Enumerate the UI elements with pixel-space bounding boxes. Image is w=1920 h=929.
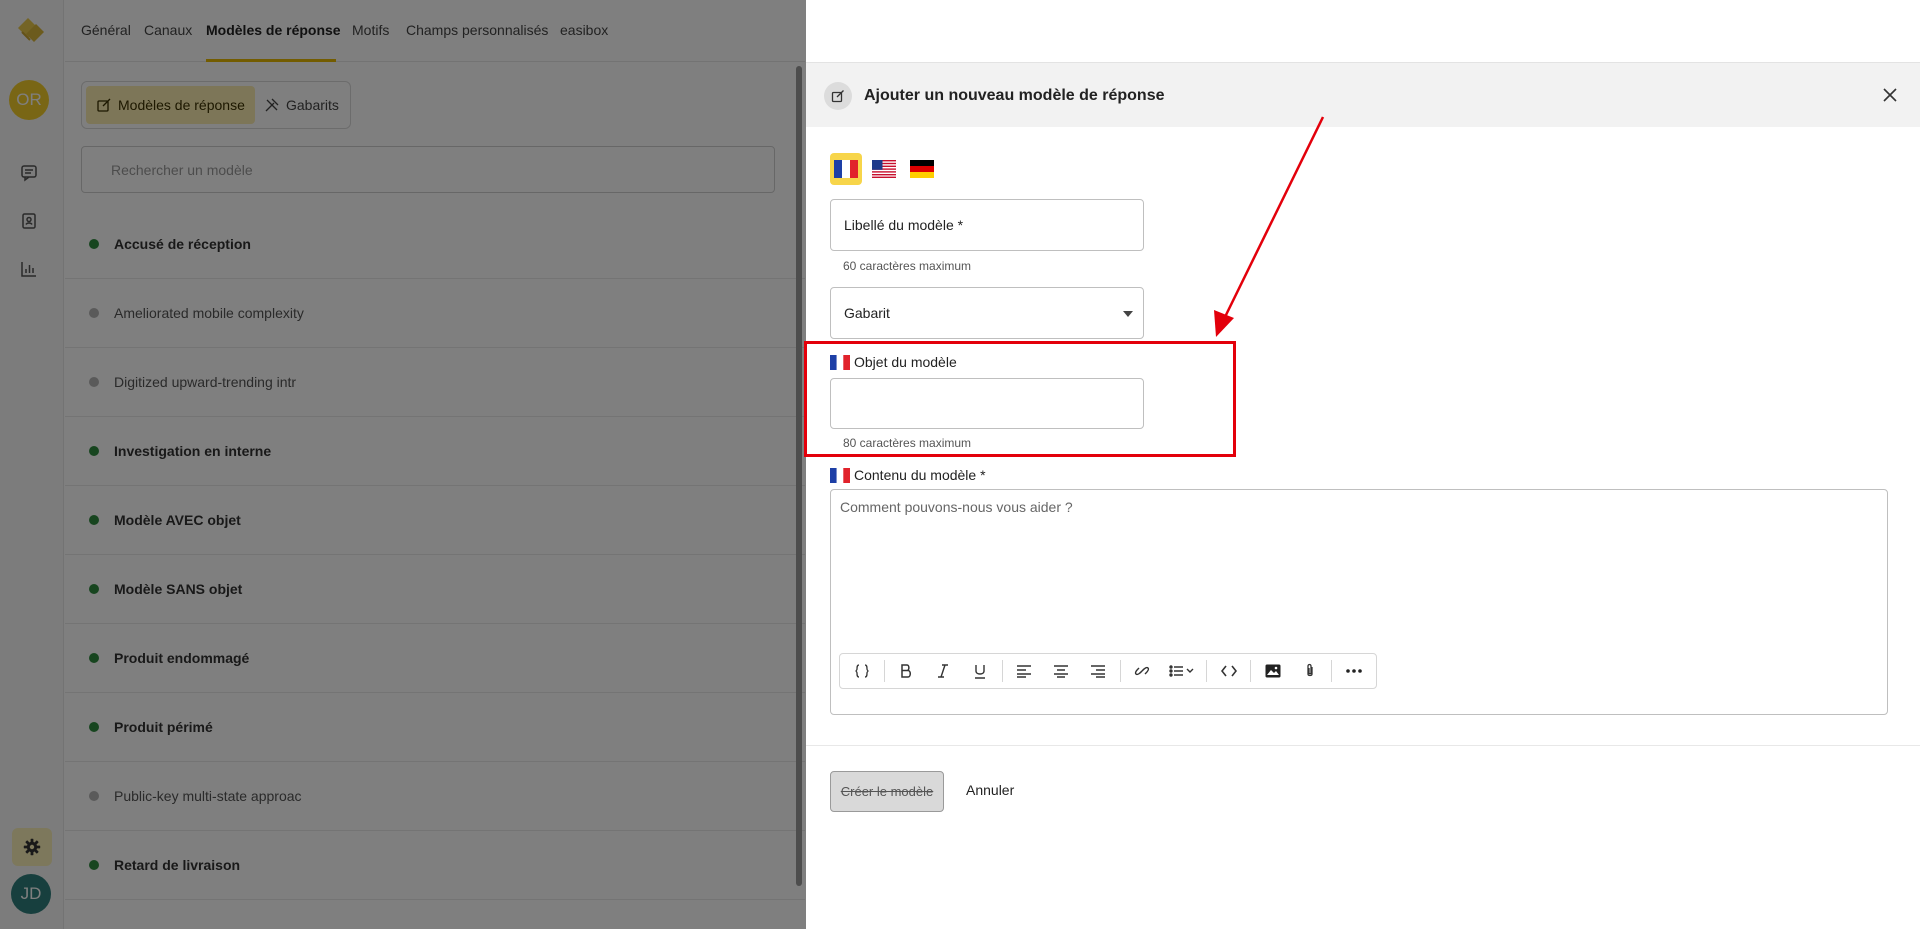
us-flag-icon [872, 160, 896, 178]
language-button-de[interactable] [906, 153, 938, 185]
list-dropdown-icon[interactable] [1165, 657, 1200, 685]
toolbar-divider [1206, 660, 1208, 682]
code-icon[interactable] [1214, 657, 1243, 685]
drawer-header: Ajouter un nouveau modèle de réponse [806, 63, 1920, 127]
toolbar-divider [1250, 660, 1252, 682]
fr-flag-icon [834, 160, 858, 178]
layout-select[interactable]: Gabarit [830, 287, 1144, 339]
underline-icon[interactable] [966, 657, 995, 685]
toolbar-divider [1331, 660, 1333, 682]
toolbar-divider [1001, 660, 1003, 682]
drawer-top-bar [806, 0, 1920, 63]
language-button-en[interactable] [868, 153, 900, 185]
toolbar-divider [883, 660, 885, 682]
editor-toolbar [839, 653, 1377, 689]
image-icon[interactable] [1258, 657, 1287, 685]
cancel-button[interactable]: Annuler [966, 782, 1014, 798]
footer-divider [806, 745, 1920, 746]
align-center-icon[interactable] [1047, 657, 1076, 685]
content-label-text: Contenu du modèle * [854, 467, 986, 483]
template-label-label: Libellé du modèle * [844, 217, 964, 233]
annotation-highlight-box [804, 341, 1236, 457]
link-icon[interactable] [1128, 657, 1157, 685]
new-template-drawer: Ajouter un nouveau modèle de réponse Lib… [806, 0, 1920, 929]
content-editor[interactable]: Comment pouvons-nous vous aider ? [830, 489, 1888, 715]
content-label: Contenu du modèle * [830, 467, 986, 483]
de-flag-icon [910, 160, 934, 178]
template-label-field[interactable]: Libellé du modèle * [830, 199, 1144, 251]
drawer-title: Ajouter un nouveau modèle de réponse [864, 87, 1165, 104]
create-template-button[interactable]: Créer le modèle [830, 771, 944, 812]
modal-backdrop[interactable] [0, 0, 806, 929]
attachment-icon[interactable] [1295, 657, 1324, 685]
italic-icon[interactable] [929, 657, 958, 685]
template-label-hint: 60 caractères maximum [843, 259, 972, 273]
language-button-fr[interactable] [830, 153, 862, 185]
close-icon[interactable] [1880, 85, 1900, 105]
align-right-icon[interactable] [1084, 657, 1113, 685]
fr-flag-icon [830, 467, 850, 483]
content-placeholder: Comment pouvons-nous vous aider ? [840, 499, 1073, 515]
align-left-icon[interactable] [1010, 657, 1039, 685]
toolbar-divider [1119, 660, 1121, 682]
more-icon[interactable] [1339, 657, 1368, 685]
language-selector [830, 153, 938, 185]
variables-icon[interactable] [848, 657, 877, 685]
layout-select-value: Gabarit [844, 305, 890, 321]
edit-square-icon [824, 82, 852, 110]
caret-down-icon [1123, 311, 1133, 317]
bold-icon[interactable] [892, 657, 921, 685]
